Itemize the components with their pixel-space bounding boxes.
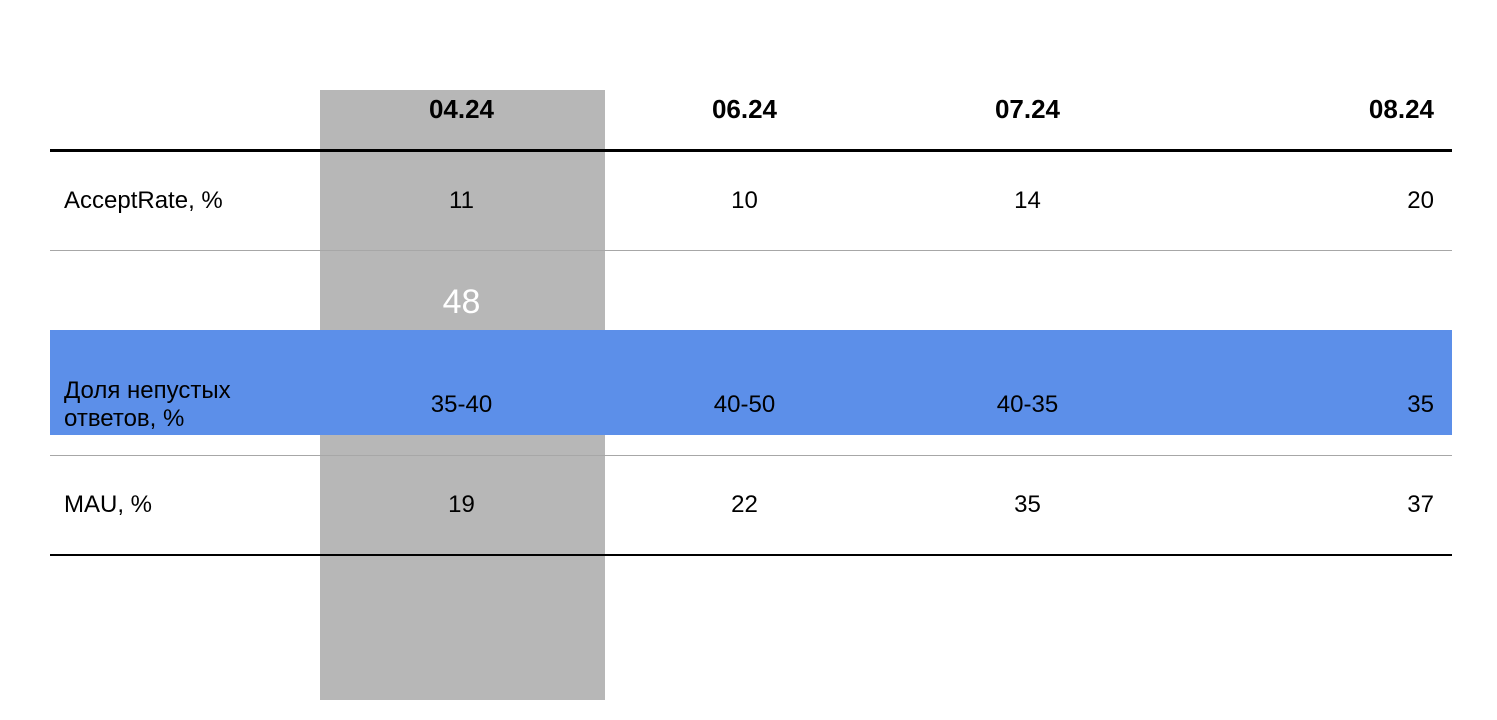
- row-label: Retention, %: [50, 250, 320, 355]
- cell: 35: [886, 455, 1169, 555]
- col-header: 08.24: [1169, 60, 1452, 150]
- table-header-row: 04.24 06.24 07.24 08.24: [50, 60, 1452, 150]
- cell: 20: [1169, 150, 1452, 250]
- cell: *: [1169, 250, 1452, 355]
- table-row-highlight: Retention, % 48 55 57 *: [50, 250, 1452, 355]
- row-label: MAU, %: [50, 455, 320, 555]
- cell: 11: [320, 150, 603, 250]
- cell: 48: [320, 250, 603, 355]
- row-label: Доля непустых ответов, %: [50, 355, 320, 455]
- col-header: 06.24: [603, 60, 886, 150]
- table-row: AcceptRate, % 11 10 14 20: [50, 150, 1452, 250]
- cell: 10: [603, 150, 886, 250]
- col-header: 07.24: [886, 60, 1169, 150]
- cell: 22: [603, 455, 886, 555]
- cell: 14: [886, 150, 1169, 250]
- row-label: AcceptRate, %: [50, 150, 320, 250]
- cell: 40-35: [886, 355, 1169, 455]
- cell: 55: [603, 250, 886, 355]
- cell: 37: [1169, 455, 1452, 555]
- cell: 35: [1169, 355, 1452, 455]
- cell: 19: [320, 455, 603, 555]
- cell: 40-50: [603, 355, 886, 455]
- table-row: Доля непустых ответов, % 35-40 40-50 40-…: [50, 355, 1452, 455]
- metrics-table: 04.24 06.24 07.24 08.24 AcceptRate, % 11…: [50, 60, 1452, 556]
- cell: 57: [886, 250, 1169, 355]
- col-header: 04.24: [320, 60, 603, 150]
- header-empty: [50, 60, 320, 150]
- cell: 35-40: [320, 355, 603, 455]
- table-row: MAU, % 19 22 35 37: [50, 455, 1452, 555]
